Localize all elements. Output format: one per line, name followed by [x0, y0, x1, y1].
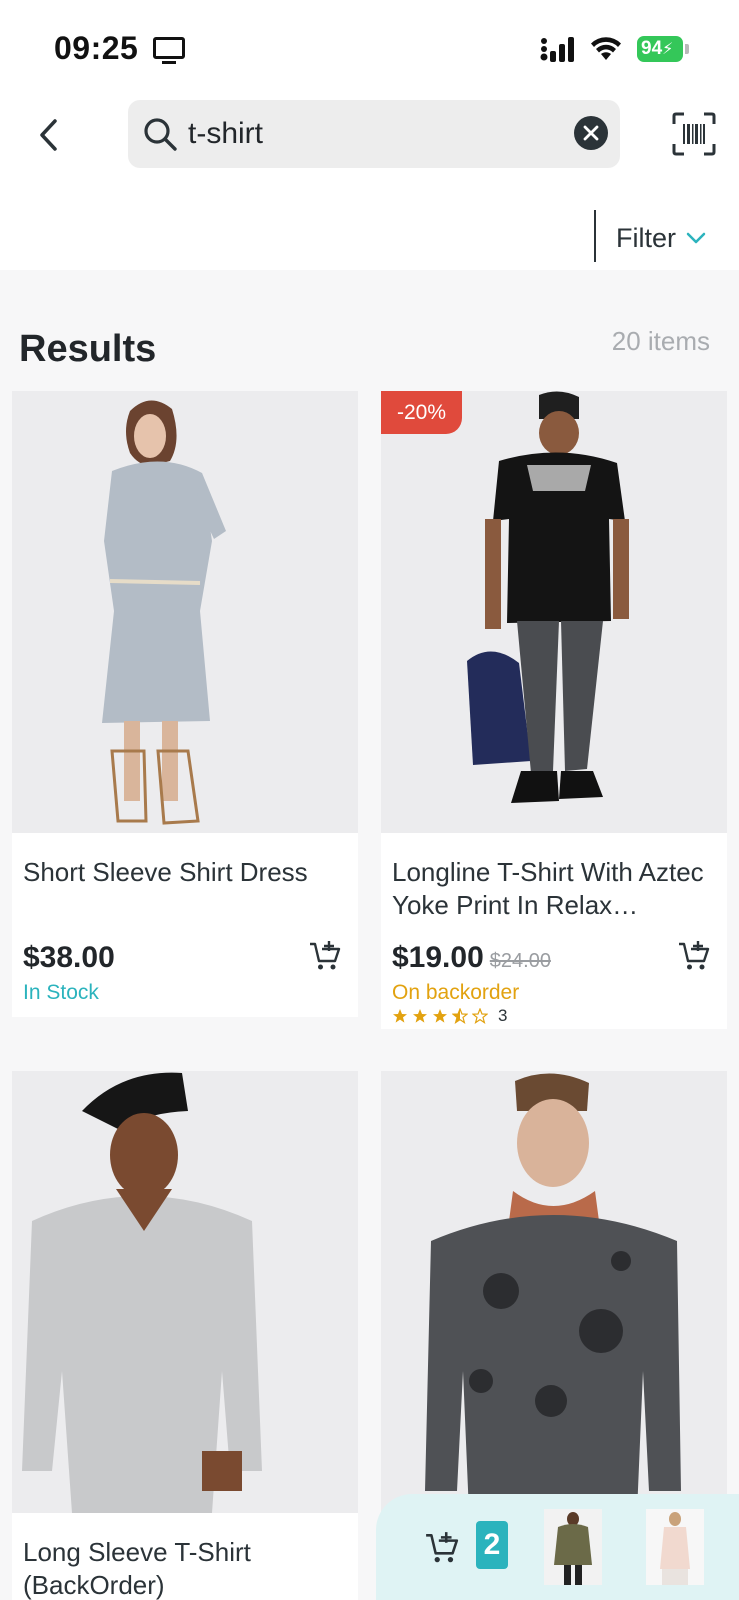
product-price: $38.00	[23, 941, 115, 974]
product-photo-long-sleeve-tshirt	[12, 1071, 358, 1513]
filter-divider	[594, 210, 596, 262]
back-button[interactable]	[28, 110, 68, 160]
clear-search-button[interactable]	[574, 116, 608, 150]
search-results-screen: 09:25 94⚡ t-shirt Filter Results 20 item…	[0, 0, 739, 1600]
cart-icon[interactable]	[424, 1530, 460, 1566]
product-rating: 3	[392, 1006, 507, 1026]
add-to-cart-icon[interactable]	[308, 939, 342, 973]
wifi-icon	[591, 37, 621, 60]
star-half-icon	[452, 1008, 468, 1024]
product-name[interactable]: Short Sleeve Shirt Dress	[23, 856, 341, 889]
star-filled-icon	[393, 1009, 407, 1023]
search-icon	[144, 118, 177, 151]
chevron-left-icon	[40, 119, 57, 151]
product-name[interactable]: Longline T-Shirt With Aztec Yoke Print I…	[392, 856, 722, 922]
close-icon	[583, 125, 599, 141]
filter-button[interactable]: Filter	[616, 218, 706, 258]
product-image[interactable]	[12, 391, 358, 833]
charging-bolt-icon: ⚡	[662, 41, 674, 58]
product-card[interactable]: Short Sleeve Shirt Dress $38.00 In Stock	[12, 391, 358, 1017]
cart-item-thumbnail[interactable]	[544, 1509, 602, 1585]
cellular-signal-icon	[540, 37, 574, 62]
search-box[interactable]	[128, 100, 620, 168]
product-image[interactable]: -20%	[381, 391, 727, 833]
star-filled-icon	[433, 1009, 447, 1023]
cart-item-photo-jacket	[544, 1509, 602, 1585]
product-card[interactable]: Long Sleeve T-Shirt (BackOrder)	[12, 1071, 358, 1600]
screen-mirroring-icon	[153, 37, 185, 64]
product-photo-dress	[12, 391, 358, 833]
chevron-down-icon	[686, 232, 706, 244]
status-bar: 09:25 94⚡	[0, 0, 739, 90]
cart-bar[interactable]: 2	[376, 1494, 739, 1600]
product-photo-longline-tshirt	[381, 391, 727, 833]
star-filled-icon	[413, 1009, 427, 1023]
results-title: Results	[19, 328, 157, 370]
old-price: $24.00	[489, 950, 551, 972]
product-name[interactable]: Long Sleeve T-Shirt (BackOrder)	[23, 1536, 341, 1600]
cart-count-badge: 2	[476, 1521, 508, 1569]
barcode-scan-icon[interactable]	[672, 112, 716, 156]
search-header: Filter	[0, 90, 739, 270]
search-input[interactable]	[188, 112, 548, 156]
product-card[interactable]: -20% Longline T-Shirt With Aztec Yoke Pr…	[381, 391, 727, 1029]
cart-item-photo-top	[646, 1509, 704, 1585]
discount-badge: -20%	[381, 391, 462, 434]
add-to-cart-icon[interactable]	[677, 939, 711, 973]
results-count: 20 items	[611, 326, 710, 356]
battery-tip	[685, 44, 689, 54]
cart-item-thumbnail[interactable]	[646, 1509, 704, 1585]
product-photo-burnout-tshirt	[381, 1071, 727, 1513]
current-price: $19.00	[392, 941, 484, 974]
stock-status: On backorder	[392, 981, 520, 1004]
filter-label: Filter	[616, 222, 676, 253]
product-image[interactable]	[381, 1071, 727, 1513]
star-empty-icon	[472, 1008, 488, 1024]
battery-level: 94	[641, 38, 663, 59]
stock-status: In Stock	[23, 981, 99, 1004]
status-time: 09:25	[54, 30, 139, 66]
review-count: 3	[498, 1006, 508, 1025]
product-image[interactable]	[12, 1071, 358, 1513]
product-price: $19.00 $24.00	[392, 941, 551, 975]
battery-indicator: 94⚡	[637, 36, 683, 62]
